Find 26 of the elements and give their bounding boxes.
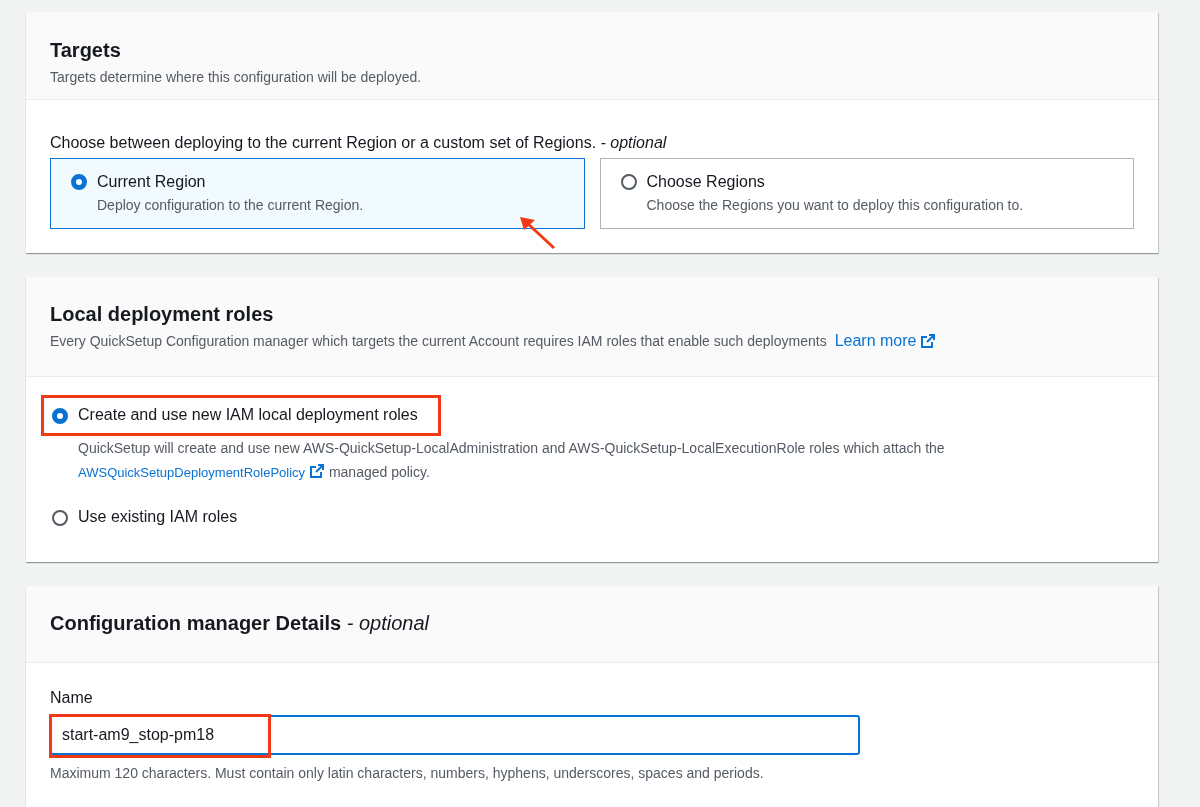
section-description: Targets determine where this configuration will be deployed.	[50, 68, 423, 87]
external-link-icon	[920, 333, 937, 349]
radio-button[interactable]	[52, 408, 68, 424]
section-title: Targets	[50, 38, 122, 63]
option-description: Choose the Regions you want to deploy this configuration to.	[646, 197, 1024, 213]
radio-button[interactable]	[52, 510, 68, 526]
field-label: Choose between deploying to the current Region or a custom set of Regions. - optional	[50, 134, 668, 152]
learn-more-link[interactable]: Learn more	[834, 331, 917, 351]
field-label: Name	[50, 689, 94, 707]
name-input-field[interactable]: start-am9_stop-pm18	[50, 715, 860, 755]
option-label: Choose Regions	[646, 172, 766, 192]
option-description: QuickSetup will create and use new AWS-QuickSetup-LocalAdministration and AWS-QuickSetup-LocalExecutionRole roles which attach the AWSQuickSetupDeploymentRolePolicy managed policy.	[78, 439, 946, 482]
radio-button[interactable]	[71, 174, 87, 190]
option-label: Create and use new IAM local deployment roles	[78, 405, 418, 425]
field-hint: Maximum 120 characters. Must contain only latin characters, numbers, hyphens, underscores, spaces and periods.	[50, 765, 765, 781]
section-title: Configuration manager Details - optional	[50, 611, 431, 636]
region-option-tile[interactable]: Current Region Deploy configuration to the current Region.	[50, 158, 585, 229]
section-description: Every QuickSetup Configuration manager which targets the current Account requires IAM roles that enable such deployments Learn more	[50, 331, 1134, 351]
external-link-icon	[309, 463, 325, 479]
region-option-tile[interactable]: Choose Regions Choose the Regions you want to deploy this configuration to.	[599, 158, 1134, 229]
policy-link[interactable]: AWSQuickSetupDeploymentRolePolicy	[78, 465, 306, 480]
option-label: Current Region	[97, 172, 207, 192]
option-label: Use existing IAM roles	[78, 507, 238, 527]
section-title: Local deployment roles	[50, 302, 275, 327]
radio-button[interactable]	[620, 174, 637, 190]
option-description: Deploy configuration to the current Region.	[97, 197, 364, 213]
